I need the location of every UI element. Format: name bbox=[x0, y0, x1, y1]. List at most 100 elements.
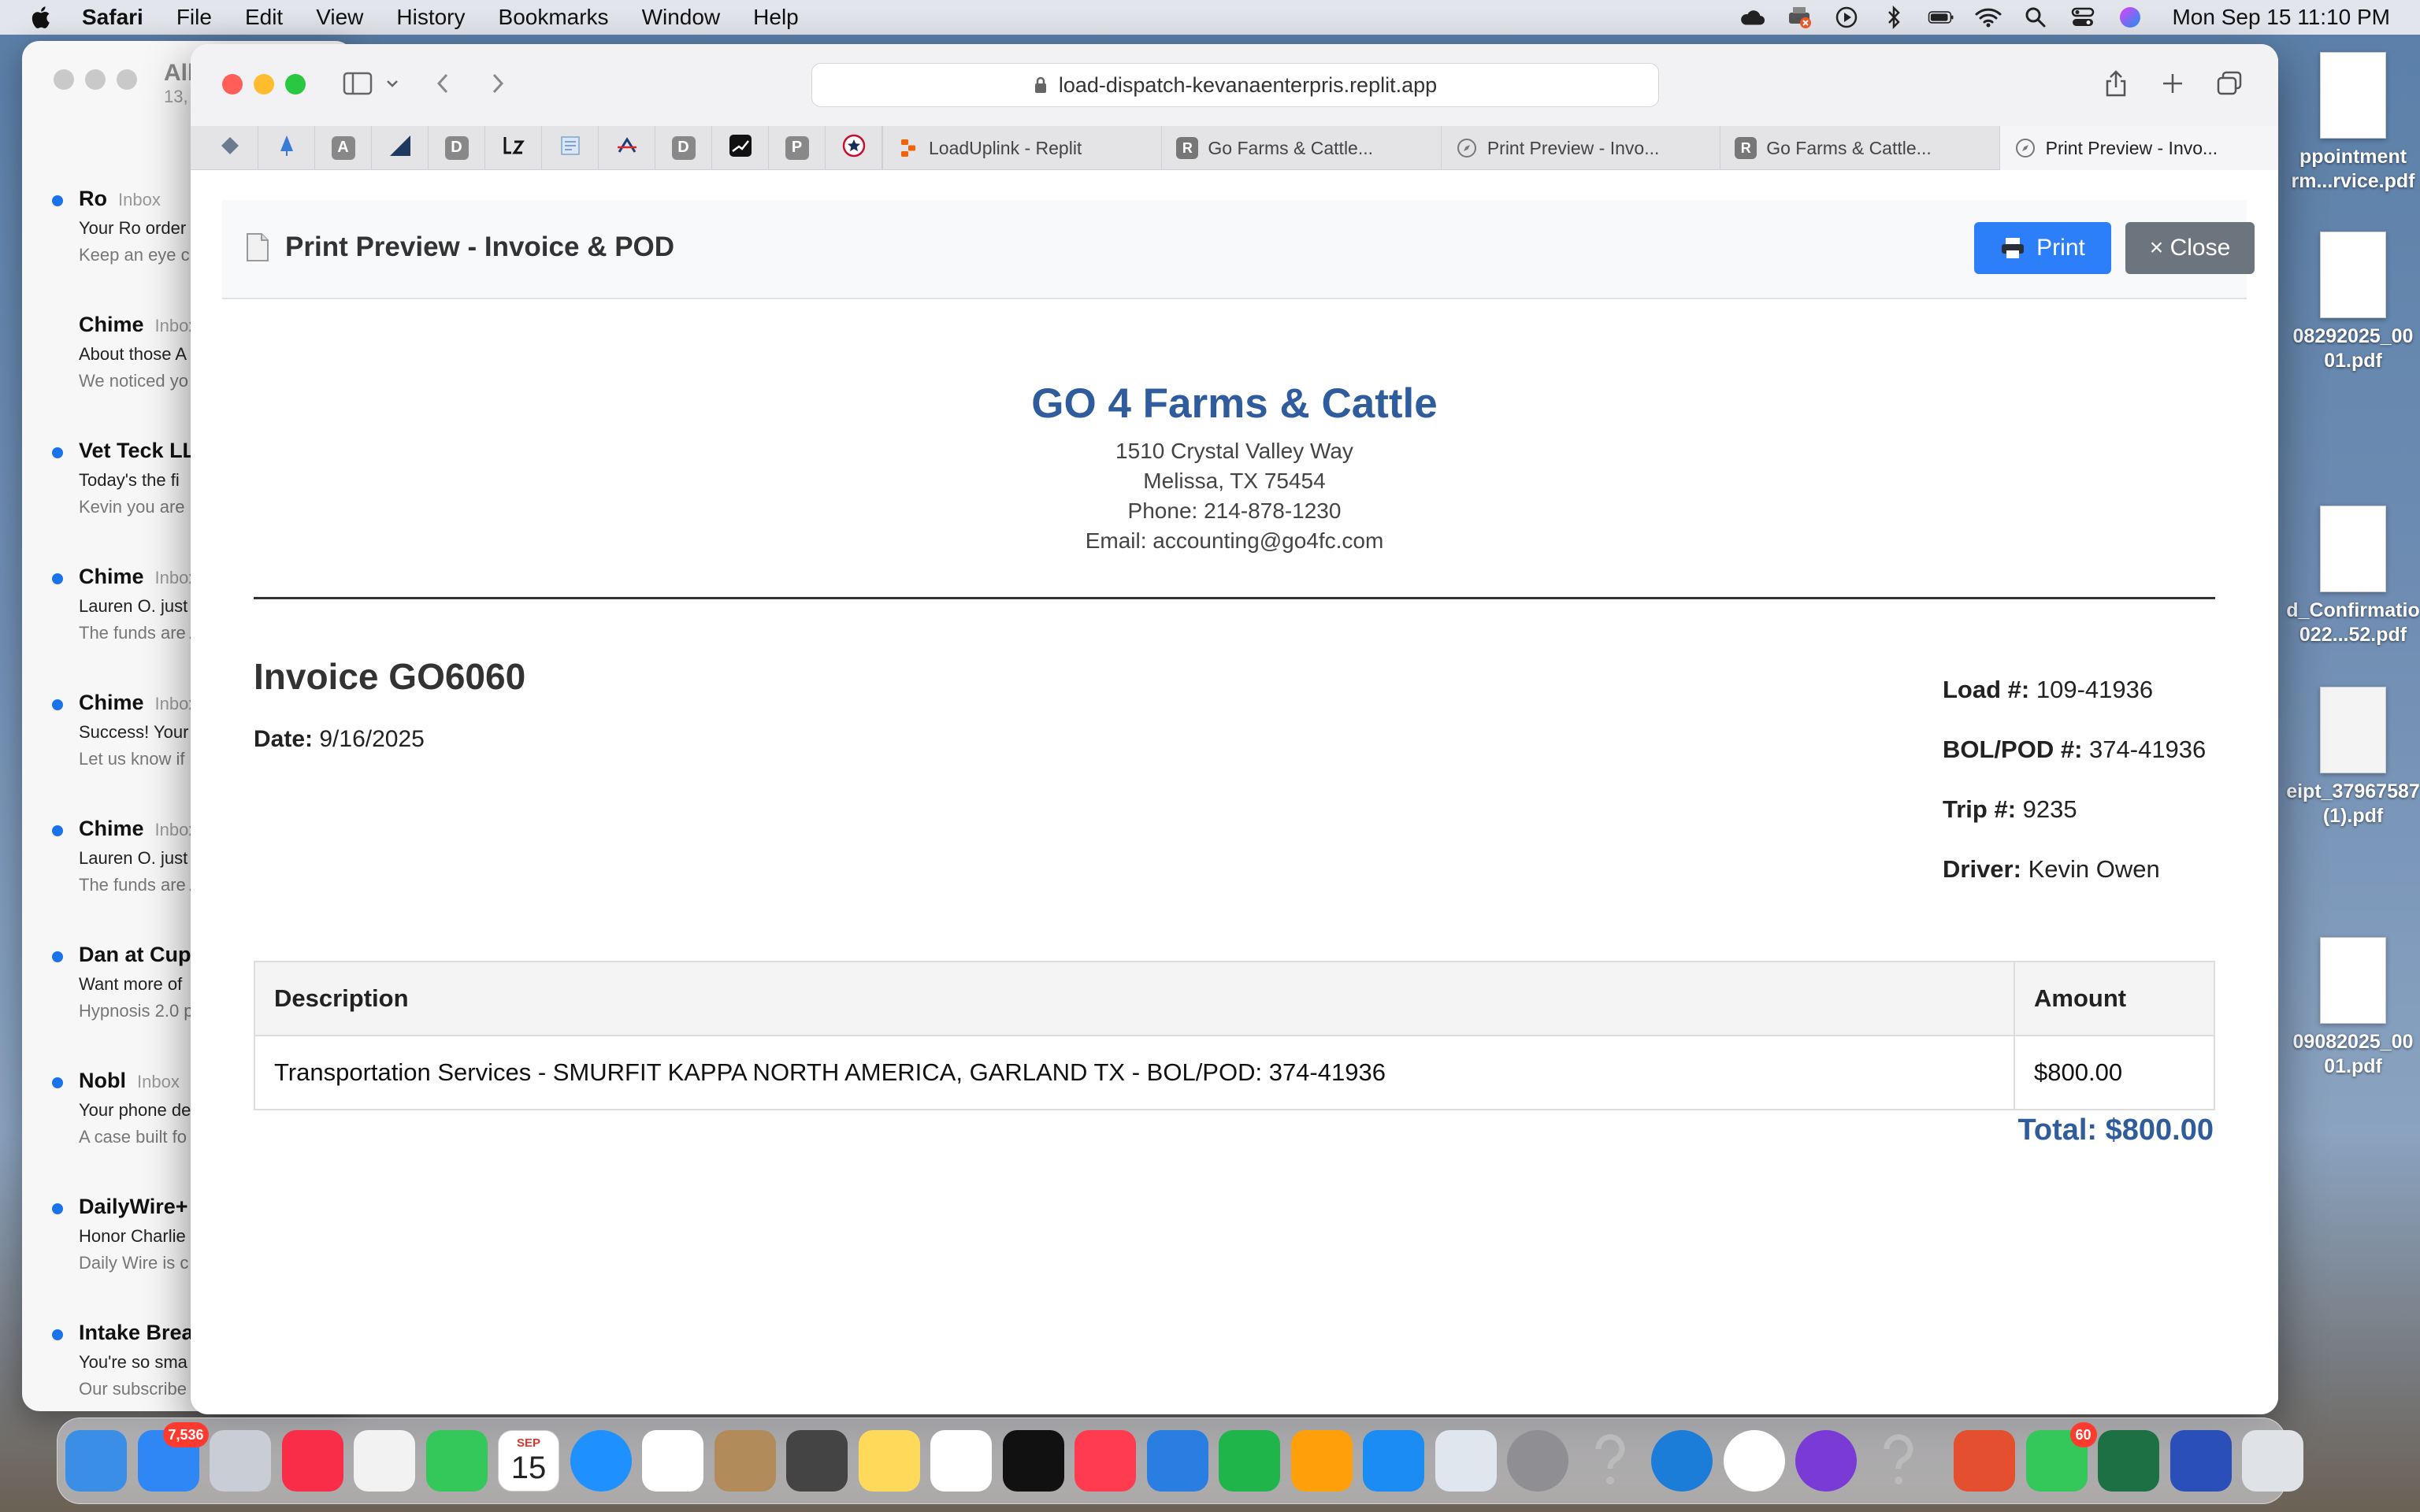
mail-zoom-light[interactable] bbox=[117, 69, 137, 90]
menu-file[interactable]: File bbox=[176, 5, 212, 30]
mail-icon[interactable]: 7,536 bbox=[137, 1422, 209, 1492]
safari-window[interactable]: load-dispatch-kevanaenterpris.replit.app… bbox=[191, 44, 2278, 1414]
menu-help[interactable]: Help bbox=[753, 5, 799, 30]
unread-dot bbox=[52, 951, 63, 962]
firefox-icon[interactable] bbox=[1795, 1430, 1857, 1492]
trash-icon[interactable] bbox=[2242, 1430, 2303, 1492]
desktop-file[interactable]: 09082025_00 01.pdf bbox=[2286, 937, 2420, 1079]
unread-dot bbox=[52, 1077, 63, 1088]
chevron-down-icon[interactable] bbox=[377, 68, 408, 99]
unknown-app-icon[interactable] bbox=[1868, 1430, 1929, 1492]
control-center-icon[interactable] bbox=[2069, 6, 2096, 29]
pinned-tab[interactable] bbox=[202, 125, 258, 170]
menu-app-name[interactable]: Safari bbox=[82, 5, 143, 30]
tab-go-farms-2[interactable]: R Go Farms & Cattle... bbox=[1720, 126, 1999, 170]
news-icon[interactable] bbox=[1075, 1430, 1136, 1492]
reminders-icon[interactable] bbox=[642, 1430, 703, 1492]
finder-icon[interactable] bbox=[65, 1430, 127, 1492]
notes-icon[interactable] bbox=[858, 1430, 920, 1492]
tab-overview-icon[interactable] bbox=[2214, 68, 2245, 99]
pages-icon[interactable] bbox=[1290, 1430, 1353, 1492]
mail-sender: Ro Inbox bbox=[79, 187, 161, 210]
desktop-file-label: d_Confirmatio 022...52.pdf bbox=[2286, 599, 2420, 646]
pinned-tab[interactable]: D bbox=[429, 125, 485, 170]
back-arrow-icon[interactable] bbox=[427, 68, 458, 99]
excel-icon[interactable] bbox=[2098, 1430, 2159, 1492]
menu-view[interactable]: View bbox=[316, 5, 363, 30]
photos-icon[interactable] bbox=[354, 1430, 415, 1492]
print-button[interactable]: Print bbox=[1974, 222, 2111, 274]
pinned-tab[interactable] bbox=[258, 125, 315, 170]
launchpad-icon[interactable] bbox=[210, 1430, 271, 1492]
unknown-app-icon[interactable] bbox=[1579, 1430, 1641, 1492]
desktop-file[interactable]: d_Confirmatio 022...52.pdf bbox=[2286, 506, 2420, 647]
pinned-tab[interactable] bbox=[826, 125, 882, 170]
mail-close-light[interactable] bbox=[54, 69, 74, 90]
apple-icon[interactable] bbox=[28, 4, 55, 31]
tab-loaduplink[interactable]: LoadUplink - Replit bbox=[882, 126, 1161, 170]
chrome-icon[interactable] bbox=[1723, 1430, 1785, 1492]
tv-icon[interactable] bbox=[1002, 1430, 1064, 1492]
menu-clock[interactable]: Mon Sep 15 11:10 PM bbox=[2172, 5, 2390, 30]
desktop-file[interactable]: eipt_37967587 (1).pdf bbox=[2286, 687, 2420, 828]
new-tab-plus-icon[interactable] bbox=[2157, 68, 2188, 99]
creative-cloud-icon[interactable] bbox=[1954, 1430, 2015, 1492]
menu-bookmarks[interactable]: Bookmarks bbox=[499, 5, 609, 30]
unread-dot bbox=[52, 195, 63, 206]
numbers-icon[interactable] bbox=[1219, 1430, 1280, 1492]
sidebar-toggle-icon[interactable] bbox=[342, 68, 373, 99]
pinned-tab[interactable]: P bbox=[769, 125, 826, 170]
tab-print-preview-1[interactable]: Print Preview - Invo... bbox=[1440, 126, 1720, 170]
safari-icon[interactable] bbox=[570, 1430, 632, 1492]
messages-icon[interactable]: 60 bbox=[2025, 1422, 2097, 1492]
bluetooth-icon[interactable] bbox=[1880, 6, 1907, 29]
arrow-logo-icon bbox=[616, 135, 638, 161]
forward-arrow-icon[interactable] bbox=[482, 68, 514, 99]
play-icon[interactable] bbox=[1833, 6, 1860, 29]
edge-icon[interactable] bbox=[1651, 1430, 1713, 1492]
tab-go-farms-1[interactable]: R Go Farms & Cattle... bbox=[1161, 126, 1440, 170]
pinned-tab[interactable] bbox=[485, 125, 542, 170]
pinned-tab[interactable] bbox=[372, 125, 429, 170]
mail-sender: DailyWire+ bbox=[79, 1195, 188, 1218]
menu-edit[interactable]: Edit bbox=[245, 5, 283, 30]
wifi-icon[interactable] bbox=[1975, 6, 2002, 29]
printer-status-icon[interactable] bbox=[1786, 6, 1813, 29]
unread-dot bbox=[52, 447, 63, 458]
preview-icon[interactable] bbox=[1435, 1430, 1497, 1492]
printer-icon[interactable] bbox=[2169, 1430, 2232, 1492]
icloud-icon[interactable] bbox=[1739, 6, 1765, 29]
pinned-tab[interactable] bbox=[542, 125, 599, 170]
pinned-tab[interactable] bbox=[599, 125, 655, 170]
app-store-icon[interactable] bbox=[1363, 1430, 1424, 1492]
menu-window[interactable]: Window bbox=[642, 5, 721, 30]
contacts-icon[interactable] bbox=[714, 1430, 776, 1492]
freeform-icon[interactable] bbox=[930, 1430, 992, 1492]
unread-dot bbox=[52, 699, 63, 710]
close-button[interactable]: × Close bbox=[2125, 222, 2255, 274]
window-minimize-button[interactable] bbox=[254, 74, 274, 94]
share-icon[interactable] bbox=[2100, 68, 2132, 99]
spotlight-search-icon[interactable] bbox=[2022, 6, 2049, 29]
keynote-icon[interactable] bbox=[1146, 1430, 1208, 1492]
window-zoom-button[interactable] bbox=[285, 74, 306, 94]
address-bar[interactable]: load-dispatch-kevanaenterpris.replit.app bbox=[811, 63, 1659, 107]
pinned-tab[interactable] bbox=[712, 125, 769, 170]
desktop-file[interactable]: ppointment rm...rvice.pdf bbox=[2286, 52, 2420, 194]
battery-icon[interactable] bbox=[1928, 6, 1954, 29]
music-icon[interactable] bbox=[281, 1430, 343, 1492]
pinned-tab[interactable]: A bbox=[315, 125, 372, 170]
company-address-line1: 1510 Crystal Valley Way bbox=[1115, 439, 1353, 463]
system-settings-icon[interactable] bbox=[1507, 1430, 1568, 1492]
facetime-icon[interactable] bbox=[425, 1430, 488, 1492]
tab-print-preview-active[interactable]: Print Preview - Invo... bbox=[1999, 126, 2278, 170]
siri-icon[interactable] bbox=[2117, 6, 2143, 29]
pinned-tab[interactable]: D bbox=[655, 125, 712, 170]
table-header-row: Description Amount bbox=[254, 961, 2215, 1036]
menu-history[interactable]: History bbox=[396, 5, 465, 30]
window-close-button[interactable] bbox=[222, 74, 243, 94]
calendar-icon[interactable]: SEP 15 bbox=[498, 1430, 559, 1492]
calculator-icon[interactable] bbox=[786, 1430, 848, 1492]
desktop-file[interactable]: 08292025_00 01.pdf bbox=[2286, 232, 2420, 373]
mail-minimize-light[interactable] bbox=[85, 69, 106, 90]
